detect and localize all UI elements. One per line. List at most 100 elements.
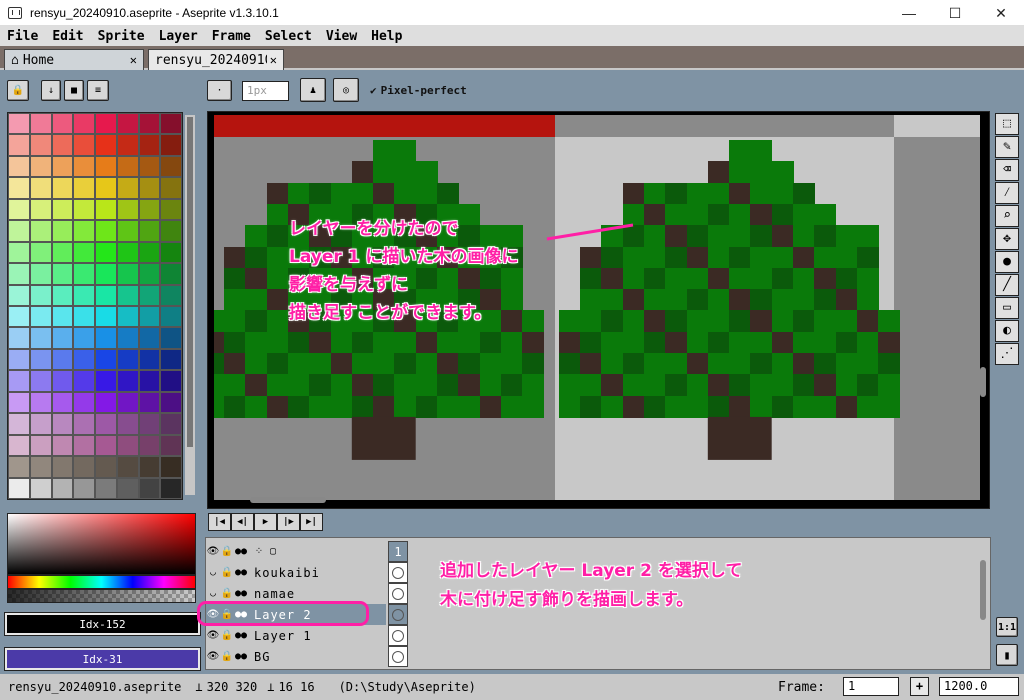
brush-type-icon[interactable]: · [207, 80, 232, 101]
add-frame-button[interactable]: + [910, 677, 929, 696]
palette-swatch[interactable] [51, 348, 74, 371]
palette-swatch[interactable] [8, 263, 30, 285]
palette-swatch[interactable] [116, 241, 139, 264]
palette-swatch[interactable] [138, 134, 161, 156]
palette-swatch[interactable] [29, 413, 52, 435]
palette-swatch[interactable] [8, 327, 30, 349]
palette-swatch[interactable] [138, 434, 161, 457]
palette-swatch[interactable] [51, 391, 74, 414]
palette-swatch[interactable] [8, 370, 30, 392]
previous-frame-button[interactable]: ◀| [231, 513, 254, 531]
next-frame-button[interactable]: |▶ [277, 513, 300, 531]
palette-swatch[interactable] [138, 370, 161, 392]
palette-swatch[interactable] [138, 413, 161, 435]
zoom-input[interactable]: 1200.0 [939, 677, 1019, 696]
palette-swatch[interactable] [95, 348, 117, 371]
palette-swatch[interactable] [73, 241, 95, 264]
palette-swatch[interactable] [73, 134, 95, 156]
continuous-icon[interactable]: ●● [234, 546, 248, 557]
palette-swatch[interactable] [29, 477, 52, 499]
dynamics-icon[interactable]: ◎ [333, 78, 359, 102]
continuous-icon[interactable]: ●● [234, 651, 248, 662]
layer-row-layer-1[interactable]: 👁 🔒 ●● Layer 1 [206, 625, 386, 646]
background-color-button[interactable]: Idx-31 [4, 647, 201, 671]
palette-swatch[interactable] [116, 456, 139, 478]
palette-swatch[interactable] [116, 177, 139, 199]
palette-swatch[interactable] [73, 434, 95, 457]
palette-swatch[interactable] [160, 370, 182, 392]
palette-swatch[interactable] [29, 284, 52, 306]
palette-swatch[interactable] [29, 348, 52, 371]
palette-swatch[interactable] [95, 413, 117, 435]
rectangle-tool-icon[interactable]: ▭ [995, 297, 1019, 319]
line-tool-icon[interactable]: ╱ [995, 274, 1019, 296]
menu-edit[interactable]: Edit [45, 29, 90, 44]
palette-swatch[interactable] [8, 413, 30, 435]
palette-swatch[interactable] [51, 198, 74, 221]
palette-swatch[interactable] [29, 370, 52, 392]
lock-icon[interactable]: 🔒 [220, 630, 234, 641]
palette-swatch[interactable] [73, 391, 95, 414]
palette-swatch[interactable] [8, 284, 30, 306]
canvas-v-scrollbar[interactable] [980, 367, 986, 397]
continuous-icon[interactable]: ●● [234, 567, 248, 578]
palette-swatch[interactable] [160, 198, 182, 221]
palette-swatch[interactable] [138, 348, 161, 371]
palette-swatch[interactable] [116, 434, 139, 457]
continuous-icon[interactable]: ●● [234, 630, 248, 641]
palette-swatch[interactable] [95, 284, 117, 306]
palette-swatch[interactable] [51, 477, 74, 499]
lock-icon[interactable]: 🔒 [220, 546, 234, 557]
minimize-button[interactable]: — [886, 0, 932, 26]
palette-swatch[interactable] [116, 370, 139, 392]
palette-swatch[interactable] [116, 113, 139, 135]
palette-swatch[interactable] [29, 241, 52, 264]
layer-row-bg[interactable]: 👁 🔒 ●● BG [206, 646, 386, 667]
palette-swatch[interactable] [95, 113, 117, 135]
palette-swatch[interactable] [8, 306, 30, 328]
palette-swatch[interactable] [29, 434, 52, 457]
palette-swatch[interactable] [29, 306, 52, 328]
palette-swatch[interactable] [51, 134, 74, 156]
palette-swatch[interactable] [138, 327, 161, 349]
menu-sprite[interactable]: Sprite [91, 29, 152, 44]
palette-swatch[interactable] [138, 306, 161, 328]
brush-size-input[interactable]: 1px [242, 81, 289, 101]
tab-file-close-icon[interactable]: ✕ [270, 53, 277, 67]
palette-swatch[interactable] [138, 284, 161, 306]
palette-swatch[interactable] [8, 155, 30, 178]
hidden-eye-icon[interactable]: ◡ [206, 567, 220, 578]
palette-swatch[interactable] [73, 198, 95, 221]
palette-swatch[interactable] [95, 177, 117, 199]
palette-swatch[interactable] [8, 241, 30, 264]
palette-swatch[interactable] [160, 113, 182, 135]
palette-swatch[interactable] [51, 413, 74, 435]
palette-swatch[interactable] [116, 284, 139, 306]
palette-swatch[interactable] [160, 220, 182, 242]
palette-save-icon[interactable]: ■ [64, 80, 84, 101]
palette-swatch[interactable] [116, 220, 139, 242]
palette-swatch[interactable] [73, 113, 95, 135]
continuous-icon[interactable]: ●● [234, 588, 248, 599]
lock-icon[interactable]: 🔒 [220, 651, 234, 662]
layer-row-koukaibi[interactable]: ◡ 🔒 ●● koukaibi [206, 562, 386, 583]
palette-swatch[interactable] [51, 370, 74, 392]
onion-skin-icon[interactable]: ⁘ [252, 546, 266, 557]
canvas-h-scrollbar[interactable] [250, 497, 326, 503]
palette-swatch[interactable] [116, 348, 139, 371]
palette-swatch[interactable] [95, 477, 117, 499]
palette-swatch[interactable] [73, 348, 95, 371]
color-spectrum[interactable] [7, 513, 196, 575]
palette-swatch[interactable] [51, 263, 74, 285]
palette-swatch[interactable] [95, 263, 117, 285]
palette-swatch[interactable] [29, 263, 52, 285]
palette-swatch[interactable] [95, 155, 117, 178]
palette-swatch[interactable] [160, 477, 182, 499]
palette-swatch[interactable] [95, 391, 117, 414]
palette-swatch[interactable] [160, 391, 182, 414]
frame-input[interactable]: 1 [843, 677, 899, 696]
palette-swatch[interactable] [138, 177, 161, 199]
palette-swatch[interactable] [116, 391, 139, 414]
eye-icon[interactable]: 👁 [206, 546, 220, 557]
palette-swatch[interactable] [116, 155, 139, 178]
